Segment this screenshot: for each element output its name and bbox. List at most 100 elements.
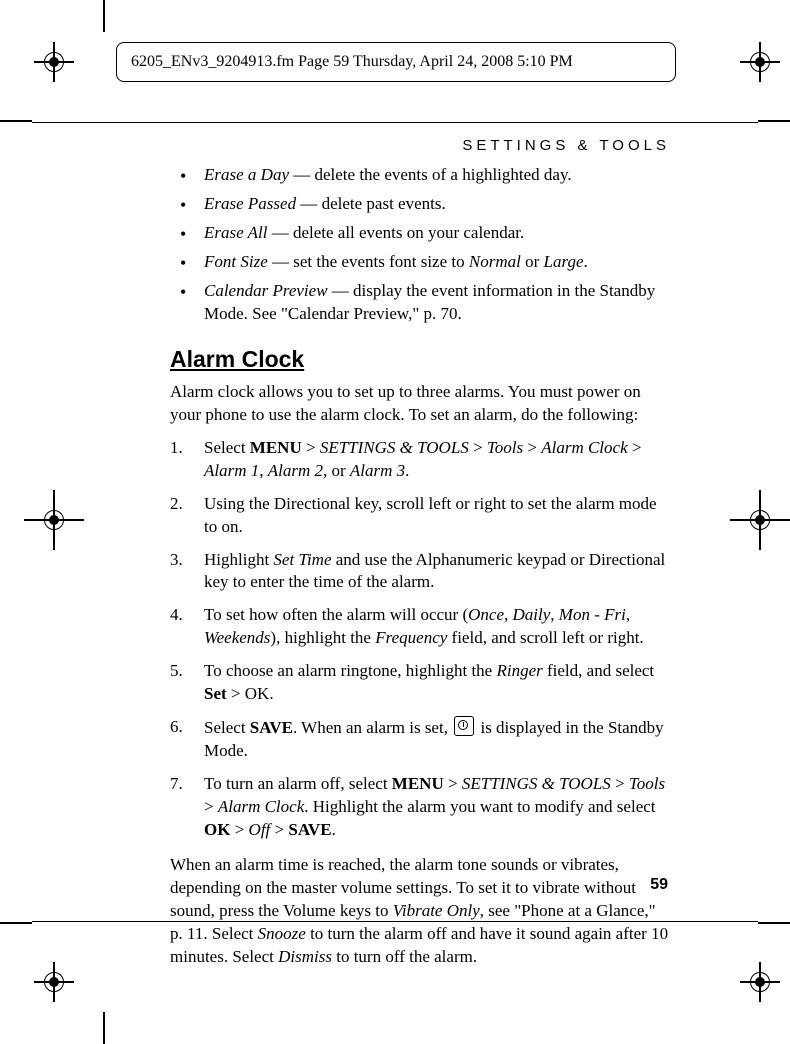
crop-mark xyxy=(103,1012,105,1044)
term: Calendar Preview xyxy=(204,281,328,300)
page-number: 59 xyxy=(650,876,668,894)
term: Font Size xyxy=(204,252,268,271)
text: > xyxy=(611,774,629,793)
page: 6205_ENv3_9204913.fm Page 59 Thursday, A… xyxy=(0,0,790,1044)
action: SAVE xyxy=(288,820,331,839)
text: , xyxy=(626,605,630,624)
desc: — set the events font size to xyxy=(268,252,469,271)
registration-mark-icon xyxy=(748,50,772,74)
list-item: Highlight Set Time and use the Alphanume… xyxy=(170,549,670,595)
text: > xyxy=(270,820,288,839)
text: . When an alarm is set, xyxy=(293,718,452,737)
desc: — delete past events. xyxy=(296,194,446,213)
path: Alarm Clock xyxy=(541,438,627,457)
option: Mon - Fri xyxy=(559,605,626,624)
text: Highlight xyxy=(204,550,273,569)
desc: — delete all events on your calendar. xyxy=(267,223,524,242)
list-item: Erase Passed — delete past events. xyxy=(170,193,670,216)
option: Vibrate Only xyxy=(393,901,480,920)
option: Off xyxy=(249,820,271,839)
option: Alarm 2 xyxy=(268,461,323,480)
term: Erase Passed xyxy=(204,194,296,213)
text: To turn an alarm off, select xyxy=(204,774,392,793)
text: > xyxy=(204,797,218,816)
text: > xyxy=(444,774,462,793)
text: Select xyxy=(204,718,250,737)
option: Normal xyxy=(469,252,521,271)
path: Tools xyxy=(629,774,665,793)
action: OK xyxy=(204,820,230,839)
menu-label: MENU xyxy=(392,774,444,793)
document-header-text: 6205_ENv3_9204913.fm Page 59 Thursday, A… xyxy=(131,53,573,71)
menu-label: MENU xyxy=(250,438,302,457)
alarm-icon xyxy=(454,716,474,736)
text: Using the Directional key, scroll left o… xyxy=(204,494,657,536)
text: > xyxy=(628,438,642,457)
action: Set xyxy=(204,684,227,703)
text: > xyxy=(523,438,541,457)
field: Frequency xyxy=(375,628,447,647)
term: Erase a Day xyxy=(204,165,289,184)
text: ), highlight the xyxy=(270,628,375,647)
field: Set Time xyxy=(273,550,331,569)
text: > xyxy=(227,684,245,703)
text: Select xyxy=(204,438,250,457)
text: , xyxy=(259,461,268,480)
alarm-intro: Alarm clock allows you to set up to thre… xyxy=(170,381,670,427)
heading-alarm-clock: Alarm Clock xyxy=(170,344,670,375)
text: . xyxy=(405,461,409,480)
crop-mark xyxy=(758,922,790,924)
list-item: To set how often the alarm will occur (O… xyxy=(170,604,670,650)
field: Ringer xyxy=(496,661,542,680)
registration-mark-icon xyxy=(42,508,66,532)
text: , or xyxy=(323,461,350,480)
list-item: To turn an alarm off, select MENU > SETT… xyxy=(170,773,670,842)
term: Erase All xyxy=(204,223,267,242)
text: To set how often the alarm will occur ( xyxy=(204,605,468,624)
registration-mark-icon xyxy=(42,970,66,994)
desc: — delete the events of a highlighted day… xyxy=(289,165,572,184)
text: to turn off the alarm. xyxy=(332,947,477,966)
document-header-box: 6205_ENv3_9204913.fm Page 59 Thursday, A… xyxy=(116,42,676,82)
registration-mark-icon xyxy=(748,508,772,532)
action: OK. xyxy=(245,684,274,703)
option: Weekends xyxy=(204,628,270,647)
list-item: Erase All — delete all events on your ca… xyxy=(170,222,670,245)
list-item: Select SAVE. When an alarm is set, is di… xyxy=(170,716,670,763)
section-title: SETTINGS & TOOLS xyxy=(170,136,670,156)
option: Once xyxy=(468,605,504,624)
action: SAVE xyxy=(250,718,293,737)
text: , xyxy=(504,605,513,624)
option: Alarm 3 xyxy=(350,461,405,480)
registration-mark-icon xyxy=(748,970,772,994)
list-item: Using the Directional key, scroll left o… xyxy=(170,493,670,539)
action: Snooze xyxy=(258,924,306,943)
steps-list: Select MENU > SETTINGS & TOOLS > Tools >… xyxy=(170,437,670,842)
text: field, and select xyxy=(543,661,654,680)
path: Alarm Clock xyxy=(218,797,304,816)
crop-mark xyxy=(0,922,32,924)
list-item: Font Size — set the events font size to … xyxy=(170,251,670,274)
text: . xyxy=(584,252,588,271)
action: Dismiss xyxy=(278,947,332,966)
text: . xyxy=(332,820,336,839)
text: field, and scroll left or right. xyxy=(447,628,643,647)
crop-mark xyxy=(0,120,32,122)
list-item: Calendar Preview — display the event inf… xyxy=(170,280,670,326)
option: Daily xyxy=(513,605,551,624)
text: , xyxy=(550,605,559,624)
registration-mark-icon xyxy=(42,50,66,74)
bullet-list: Erase a Day — delete the events of a hig… xyxy=(170,164,670,326)
text: > xyxy=(230,820,248,839)
list-item: Erase a Day — delete the events of a hig… xyxy=(170,164,670,187)
path: SETTINGS & TOOLS xyxy=(320,438,469,457)
path: SETTINGS & TOOLS xyxy=(462,774,611,793)
list-item: To choose an alarm ringtone, highlight t… xyxy=(170,660,670,706)
text: . Highlight the alarm you want to modify… xyxy=(304,797,655,816)
crop-mark xyxy=(103,0,105,32)
option: Large xyxy=(544,252,584,271)
page-content: SETTINGS & TOOLS Erase a Day — delete th… xyxy=(170,136,670,979)
text: To choose an alarm ringtone, highlight t… xyxy=(204,661,496,680)
text: or xyxy=(521,252,544,271)
text: > xyxy=(469,438,487,457)
